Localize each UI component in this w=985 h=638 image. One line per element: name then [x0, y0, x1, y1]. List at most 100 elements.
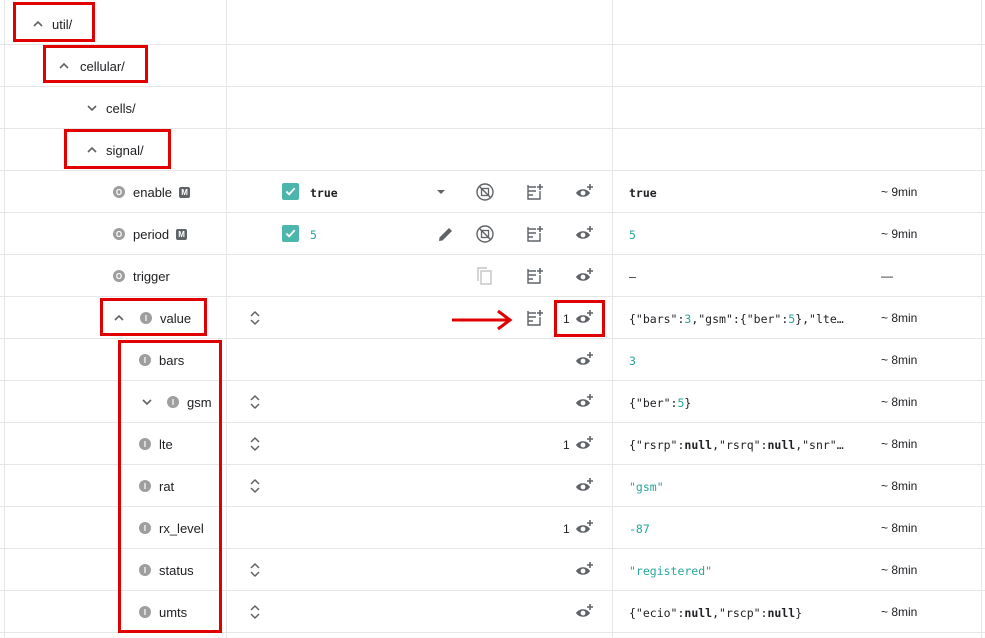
- tree-node-period: O period M: [113, 213, 188, 255]
- observe-icon[interactable]: [575, 350, 595, 370]
- tree-row-util: util/: [0, 3, 985, 45]
- checkbox-checked-icon[interactable]: [282, 183, 299, 200]
- type-badge: I: [139, 438, 151, 450]
- age-label: —: [881, 269, 893, 283]
- tree-node-label: lte: [159, 436, 173, 452]
- observe-icon[interactable]: [575, 224, 595, 244]
- tree-node-gsm[interactable]: Igsm: [139, 381, 212, 423]
- sort-icon[interactable]: [245, 392, 265, 412]
- mode-badge: M: [179, 186, 191, 198]
- tree-row-signal: signal/: [0, 129, 985, 171]
- current-value: {"rsrp":null,"rsrq":null,"snr"…: [629, 438, 844, 452]
- observe-icon[interactable]: [575, 434, 595, 454]
- tree-node-label: status: [159, 562, 194, 578]
- tree-node-label: bars: [159, 352, 185, 368]
- age-label: ~ 9min: [881, 227, 918, 241]
- type-badge: I: [139, 354, 151, 366]
- sort-icon[interactable]: [245, 476, 265, 496]
- tree-node-value[interactable]: I value: [111, 297, 191, 339]
- tree-node-label: period: [133, 226, 170, 242]
- execute-disabled-icon[interactable]: [475, 224, 495, 244]
- tree-row-umts: Iumts {"ecio":null,"rscp":null} ~ 8min: [0, 591, 985, 633]
- tree-row-lte: Ilte 1 {"rsrp":null,"rsrq":null,"snr"… ~ 8m…: [0, 423, 985, 465]
- tree-row-gsm: Igsm {"ber":5} ~ 8min: [0, 381, 985, 423]
- tree-row-trigger: O trigger — —: [0, 255, 985, 297]
- editor-value[interactable]: 5: [310, 228, 317, 242]
- age-label: ~ 8min: [881, 353, 918, 367]
- chevron-up-icon[interactable]: [84, 142, 100, 158]
- sort-icon[interactable]: [245, 308, 265, 328]
- observe-icon[interactable]: [575, 266, 595, 286]
- add-note-icon[interactable]: [525, 182, 545, 202]
- sort-icon[interactable]: [245, 434, 265, 454]
- chevron-down-icon[interactable]: [84, 100, 100, 116]
- add-note-icon[interactable]: [525, 224, 545, 244]
- tree-node-label: trigger: [133, 268, 170, 284]
- tree-node-lte: Ilte: [139, 423, 173, 465]
- current-value: {"ecio":null,"rscp":null}: [629, 606, 803, 620]
- tree-node-label: cells/: [106, 100, 136, 116]
- editor-value[interactable]: true: [310, 186, 338, 200]
- chevron-up-icon[interactable]: [111, 310, 127, 326]
- tree-node-label: enable: [133, 184, 173, 200]
- age-label: ~ 8min: [881, 437, 918, 451]
- age-label: ~ 8min: [881, 479, 918, 493]
- tree-node-enable: O enable M: [113, 171, 191, 213]
- sort-icon[interactable]: [245, 560, 265, 580]
- tree-node-rat: Irat: [139, 465, 174, 507]
- tree-node-label: signal/: [106, 142, 144, 158]
- age-label: ~ 8min: [881, 521, 918, 535]
- add-note-icon[interactable]: [525, 308, 545, 328]
- observe-count: 1: [563, 522, 570, 536]
- type-badge: I: [139, 606, 151, 618]
- observe-icon[interactable]: [575, 182, 595, 202]
- type-badge: I: [139, 564, 151, 576]
- observe-icon[interactable]: [575, 518, 595, 538]
- tree-node-cellular[interactable]: cellular/: [56, 45, 125, 87]
- current-value: -87: [629, 522, 650, 536]
- observe-icon[interactable]: [575, 392, 595, 412]
- tree-node-label: gsm: [187, 394, 212, 410]
- current-value: "registered": [629, 564, 713, 578]
- chevron-up-icon[interactable]: [56, 58, 72, 74]
- edit-icon[interactable]: [436, 224, 456, 244]
- tree-node-label: umts: [159, 604, 188, 620]
- tree-row-cellular: cellular/: [0, 45, 985, 87]
- copy-icon[interactable]: [475, 266, 495, 286]
- resource-tree-table: util/ cellular/ cells/ signal/ O enable …: [0, 0, 985, 638]
- observe-icon[interactable]: [575, 308, 595, 328]
- observe-icon[interactable]: [575, 476, 595, 496]
- age-label: ~ 8min: [881, 563, 918, 577]
- tree-node-signal[interactable]: signal/: [84, 129, 144, 171]
- observe-icon[interactable]: [575, 602, 595, 622]
- tree-node-cells[interactable]: cells/: [84, 87, 136, 129]
- type-badge: O: [113, 270, 125, 282]
- age-label: ~ 9min: [881, 185, 918, 199]
- tree-node-label: cellular/: [80, 58, 125, 74]
- type-badge: I: [139, 480, 151, 492]
- tree-node-bars: Ibars: [139, 339, 184, 381]
- tree-node-label: rat: [159, 478, 175, 494]
- tree-row-status: Istatus "registered" ~ 8min: [0, 549, 985, 591]
- sort-icon[interactable]: [245, 602, 265, 622]
- execute-disabled-icon[interactable]: [475, 182, 495, 202]
- chevron-down-icon[interactable]: [139, 394, 155, 410]
- type-badge: I: [139, 522, 151, 534]
- age-label: ~ 8min: [881, 605, 918, 619]
- column-divider: [226, 0, 227, 638]
- current-value: {"bars":3,"gsm":{"ber":5},"lte…: [629, 312, 844, 326]
- checkbox-checked-icon[interactable]: [282, 225, 299, 242]
- chevron-up-icon[interactable]: [30, 16, 46, 32]
- mode-badge: M: [176, 228, 188, 240]
- tree-row-period: O period M 5 5 ~ 9min: [0, 213, 985, 255]
- tree-node-trigger: O trigger: [113, 255, 170, 297]
- dropdown-arrow-icon[interactable]: [431, 182, 451, 202]
- observe-icon[interactable]: [575, 560, 595, 580]
- tree-node-util[interactable]: util/: [30, 3, 72, 45]
- tree-node-rx-level: Irx_level: [139, 507, 204, 549]
- column-divider: [981, 0, 982, 638]
- type-badge: I: [167, 396, 179, 408]
- add-note-icon[interactable]: [525, 266, 545, 286]
- tree-node-label: util/: [52, 16, 73, 32]
- type-badge: I: [140, 312, 152, 324]
